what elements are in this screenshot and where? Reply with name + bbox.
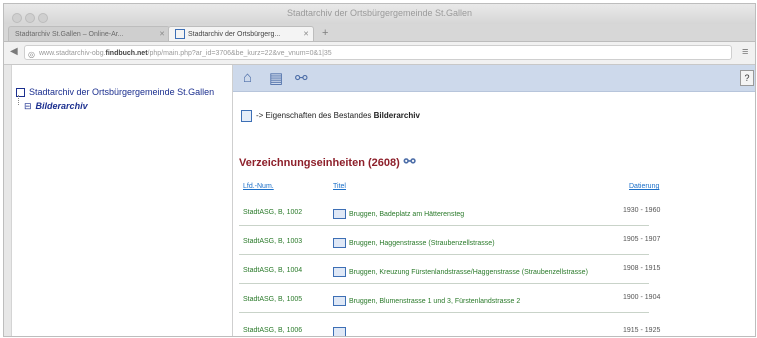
row-num[interactable]: StadtASG, B, 1005 — [243, 296, 302, 303]
binoculars-icon[interactable]: ⚯ — [295, 69, 308, 87]
page-title-text: Verzeichnungseinheiten (2608) — [239, 157, 400, 169]
home-icon[interactable]: ⌂ — [243, 69, 252, 86]
tab-stadtarchiv[interactable]: Stadtarchiv der Ortsbürgerg... ✕ — [168, 26, 314, 41]
browser-window: Stadtarchiv der Ortsbürgergemeinde St.Ga… — [3, 3, 756, 337]
tab-label: Stadtarchiv der Ortsbürgerg... — [188, 31, 281, 38]
table-row[interactable]: StadtASG, B, 1006 1915 - 1925 — [239, 313, 660, 336]
url-prefix: www.stadtarchiv-obg. — [39, 50, 106, 57]
row-title-text: Bruggen, Kreuzung Fürstenlandstrasse/Hag… — [349, 268, 588, 276]
navigation-toolbar: ◀ ◎ www.stadtarchiv-obg.findbuch.net/php… — [4, 42, 755, 65]
image-icon — [333, 209, 346, 219]
column-header-date[interactable]: Datierung — [629, 183, 659, 190]
globe-icon: ◎ — [28, 50, 35, 59]
table-row[interactable]: StadtASG, B, 1005 Bruggen, Blumenstrasse… — [239, 284, 660, 313]
url-path: /php/main.php?ar_id=3706&be_kurz=22&ve_v… — [147, 50, 332, 57]
scrollbar[interactable] — [4, 65, 12, 336]
content-toolbar: ⌂ ▤ ⚯ ? — [233, 65, 755, 92]
table-row[interactable]: StadtASG, B, 1003 Bruggen, Haggenstrasse… — [239, 226, 660, 255]
tree-connector — [18, 95, 20, 105]
collapse-icon[interactable]: ⊟ — [24, 101, 32, 111]
tree-pane: Stadtarchiv der Ortsbürgergemeinde St.Ga… — [4, 65, 232, 336]
row-title-text: Bruggen, Blumenstrasse 1 und 3, Fürstenl… — [349, 297, 521, 305]
tab-online-archiv[interactable]: Stadtarchiv St.Gallen – Online-Ar... ✕ — [8, 26, 170, 41]
breadcrumb-prefix: -> Eigenschaften des Bestandes — [256, 111, 372, 121]
address-bar[interactable]: ◎ www.stadtarchiv-obg.findbuch.net/php/m… — [24, 45, 732, 60]
row-date: 1900 - 1904 — [623, 294, 661, 301]
image-icon — [333, 327, 346, 336]
row-title[interactable]: Bruggen, Kreuzung Fürstenlandstrasse/Hag… — [333, 267, 588, 277]
page-content: Stadtarchiv der Ortsbürgergemeinde St.Ga… — [4, 65, 755, 336]
tab-bar: Stadtarchiv St.Gallen – Online-Ar... ✕ S… — [4, 24, 755, 42]
table-row[interactable]: StadtASG, B, 1004 Bruggen, Kreuzung Fürs… — [239, 255, 660, 284]
title-bar: Stadtarchiv der Ortsbürgergemeinde St.Ga… — [4, 4, 755, 24]
close-tab-icon[interactable]: ✕ — [303, 27, 309, 41]
row-date: 1930 - 1960 — [623, 207, 661, 214]
tab-label: Stadtarchiv St.Gallen – Online-Ar... — [15, 31, 124, 38]
row-date: 1905 - 1907 — [623, 236, 661, 243]
row-title-text: Bruggen, Badeplatz am Hätterensteg — [349, 210, 465, 218]
row-title[interactable]: Bruggen, Haggenstrasse (Straubenzellstra… — [333, 238, 495, 248]
table-row[interactable]: StadtASG, B, 1002 Bruggen, Badeplatz am … — [239, 197, 660, 226]
document-icon — [241, 110, 252, 122]
column-header-title[interactable]: Titel — [333, 183, 346, 190]
row-date: 1908 - 1915 — [623, 265, 661, 272]
row-title-text: Bruggen, Haggenstrasse (Straubenzellstra… — [349, 239, 495, 247]
detail-pane: ⌂ ▤ ⚯ ? -> Eigenschaften des Bestandes B… — [232, 65, 755, 336]
row-num[interactable]: StadtASG, B, 1002 — [243, 209, 302, 216]
row-num[interactable]: StadtASG, B, 1006 — [243, 327, 302, 334]
url-domain: findbuch.net — [105, 50, 148, 57]
tree-item-root[interactable]: Stadtarchiv der Ortsbürgergemeinde St.Ga… — [16, 87, 215, 98]
search-binoculars-icon[interactable]: ⚯ — [404, 153, 416, 169]
image-icon — [333, 238, 346, 248]
row-title[interactable]: Bruggen, Badeplatz am Hätterensteg — [333, 209, 464, 219]
breadcrumb-name: Bilderarchiv — [373, 111, 420, 121]
tree-item-bilderarchiv[interactable]: ⊟ Bilderarchiv — [24, 101, 88, 112]
help-button[interactable]: ? — [740, 70, 754, 86]
image-icon — [333, 296, 346, 306]
page-title: Verzeichnungseinheiten (2608) ⚯ — [239, 153, 416, 170]
tree-item-root-label: Stadtarchiv der Ortsbürgergemeinde St.Ga… — [29, 87, 215, 97]
page-favicon-icon — [175, 29, 185, 40]
new-tab-icon[interactable]: + — [322, 27, 328, 39]
window-title: Stadtarchiv der Ortsbürgergemeinde St.Ga… — [286, 8, 473, 18]
breadcrumb: -> Eigenschaften des Bestandes Bilderarc… — [241, 110, 420, 122]
close-tab-icon[interactable]: ✕ — [159, 27, 165, 41]
row-num[interactable]: StadtASG, B, 1004 — [243, 267, 302, 274]
row-num[interactable]: StadtASG, B, 1003 — [243, 238, 302, 245]
back-arrow-icon[interactable]: ◀ — [10, 46, 18, 57]
row-date: 1915 - 1925 — [623, 327, 661, 334]
tree-view-icon[interactable]: ▤ — [269, 69, 283, 87]
column-header-num[interactable]: Lfd.-Num. — [243, 183, 274, 190]
row-title[interactable]: Bruggen, Blumenstrasse 1 und 3, Fürstenl… — [333, 296, 520, 306]
menu-icon[interactable]: ≡ — [742, 46, 748, 58]
tree-item-bilderarchiv-label: Bilderarchiv — [35, 101, 88, 111]
image-icon — [333, 267, 346, 277]
row-title[interactable] — [333, 327, 349, 336]
